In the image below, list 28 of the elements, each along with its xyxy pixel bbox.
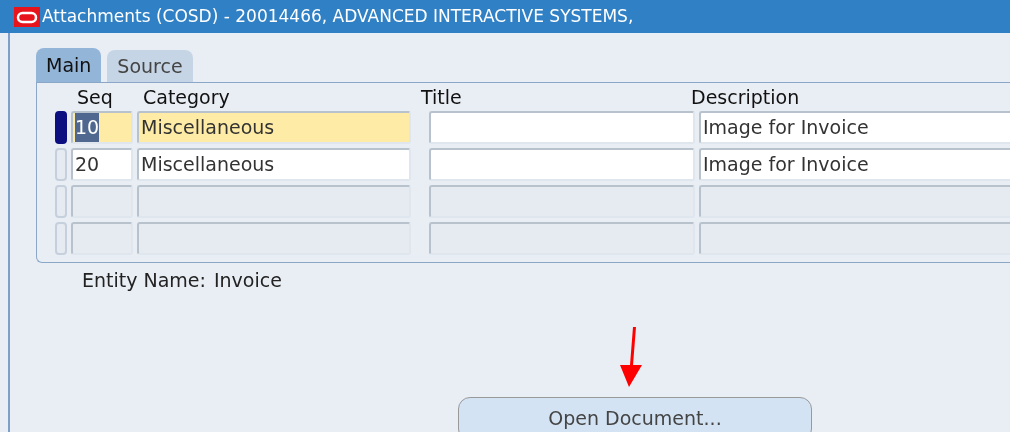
- category-field[interactable]: Miscellaneous: [137, 148, 411, 181]
- column-header: Category: [142, 88, 231, 107]
- description-field[interactable]: Image for Invoice: [699, 111, 1010, 144]
- column-header: Description: [690, 88, 801, 107]
- description-field[interactable]: [699, 185, 1010, 218]
- category-field[interactable]: [137, 222, 411, 255]
- entity-name-label: Entity Name:: [82, 268, 206, 293]
- entity-name-value: Invoice: [213, 268, 282, 293]
- description-field[interactable]: Image for Invoice: [699, 148, 1010, 181]
- title-field[interactable]: [429, 111, 695, 144]
- title-field[interactable]: [429, 222, 695, 255]
- seq-field[interactable]: [71, 222, 133, 255]
- category-field[interactable]: [137, 185, 411, 218]
- seq-field[interactable]: 20: [71, 148, 133, 181]
- row-indicator[interactable]: [55, 111, 67, 144]
- column-header: Seq: [76, 88, 114, 107]
- tab[interactable]: Source: [107, 50, 193, 82]
- description-field[interactable]: [699, 222, 1010, 255]
- title-field[interactable]: [429, 148, 695, 181]
- title-field[interactable]: [429, 185, 695, 218]
- window-title: Attachments (COSD) - 20014466, ADVANCED INTERACTIVE SYSTEMS,: [42, 4, 634, 28]
- arrow-icon: [620, 326, 642, 387]
- column-header: Title: [420, 88, 463, 107]
- tab[interactable]: Main: [36, 48, 102, 82]
- seq-field[interactable]: 10: [71, 111, 133, 144]
- open-document-button[interactable]: Open Document...: [458, 396, 812, 432]
- category-field[interactable]: Miscellaneous: [137, 111, 411, 144]
- seq-field[interactable]: [71, 185, 133, 218]
